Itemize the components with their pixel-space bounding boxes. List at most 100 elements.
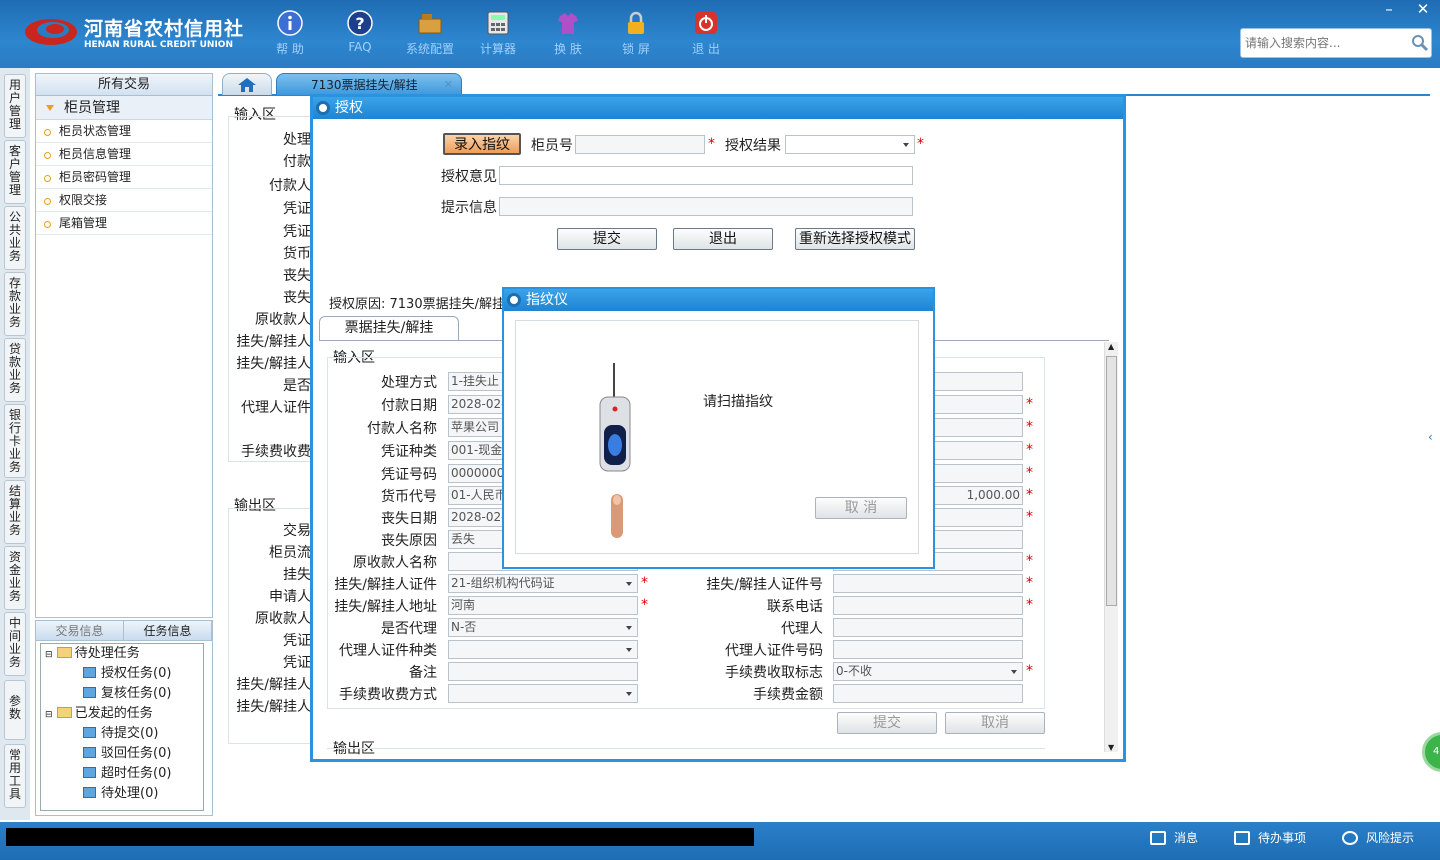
fee-flag-select[interactable]: 0-不收 [833, 662, 1023, 681]
faq-button[interactable]: ? FAQ [332, 8, 388, 62]
home-icon [238, 78, 256, 92]
field-label: 付款人名称 [367, 421, 437, 437]
lock-screen-button[interactable]: 锁 屏 [608, 8, 664, 62]
nav-tools[interactable]: 常用工具 [4, 744, 26, 808]
tree-leaf[interactable]: 授权任务(0) [83, 664, 171, 684]
todo-button[interactable]: 待办事项 [1234, 829, 1306, 846]
tree-leaf[interactable]: 待提交(0) [83, 724, 158, 744]
required-mark: * [917, 136, 924, 152]
bg-label: 挂失/解挂人 [236, 677, 311, 693]
enter-fingerprint-button[interactable]: 录入指纹 [443, 133, 521, 155]
sidebar-group-teller[interactable]: 柜员管理 [36, 96, 212, 120]
agent-flag-select[interactable]: N-否 [448, 618, 638, 637]
phone-label: 联系电话 [767, 599, 823, 615]
bg-label: 柜员流 [269, 545, 311, 561]
sidebar-item[interactable]: 柜员信息管理 [36, 143, 212, 166]
teller-field[interactable] [575, 135, 705, 154]
sidebar-item[interactable]: 柜员状态管理 [36, 120, 212, 143]
mail-icon [1150, 831, 1166, 845]
nav-intermediate[interactable]: 中间业务 [4, 612, 26, 676]
help-label: 帮 助 [276, 42, 304, 56]
lock-screen-label: 锁 屏 [622, 42, 650, 56]
inner-cancel-button[interactable]: 取消 [945, 712, 1045, 734]
nav-deposit[interactable]: 存款业务 [4, 272, 26, 336]
help-button[interactable]: 帮 助 [262, 8, 318, 62]
fee-flag-label: 手续费收取标志 [725, 665, 823, 681]
sidebar-item[interactable]: 尾箱管理 [36, 212, 212, 235]
tree-leaf[interactable]: 待处理(0) [83, 784, 158, 804]
tree-leaf[interactable]: 超时任务(0) [83, 764, 171, 784]
agent-id-type-select[interactable] [448, 640, 638, 659]
skin-icon [558, 13, 578, 34]
nav-funds[interactable]: 资金业务 [4, 546, 26, 610]
tree-leaf[interactable]: 驳回任务(0) [83, 744, 171, 764]
nav-user-mgmt[interactable]: 用户管理 [4, 74, 26, 138]
nav-loan[interactable]: 贷款业务 [4, 338, 26, 402]
hint-label: 提示信息 [441, 200, 497, 216]
tree-leaf[interactable]: 复核任务(0) [83, 684, 171, 704]
folder-icon [56, 707, 72, 718]
bg-label: 挂失 [283, 567, 311, 583]
id-no-field [833, 574, 1023, 593]
auth-dialog-titlebar: 授权 [313, 97, 1123, 119]
auth-result-select[interactable] [785, 135, 915, 154]
tab-task-info[interactable]: 任务信息 [124, 621, 212, 640]
hint-field [499, 197, 913, 216]
fingerprint-cancel-button[interactable]: 取 消 [815, 497, 907, 519]
skin-button[interactable]: 换 肤 [540, 8, 596, 62]
task-panel: 交易信息 任务信息 ⊟ 待处理任务 授权任务(0) 复核任务(0) ⊟ 已发起的任… [35, 620, 213, 816]
collapse-handle[interactable]: ‹ [1428, 430, 1433, 444]
calculator-button[interactable]: 计算器 [470, 8, 526, 62]
close-tab-icon[interactable]: ✕ [444, 74, 453, 96]
inner-submit-button[interactable]: 提交 [837, 712, 937, 734]
nav-bankcard[interactable]: 银行卡业务 [4, 404, 26, 478]
messages-button[interactable]: 消息 [1150, 829, 1198, 846]
fingerprint-dialog-title: 指纹仪 [526, 292, 568, 308]
exit-button[interactable]: 退 出 [678, 8, 734, 62]
dialog-icon [316, 101, 330, 115]
agent-label: 代理人 [781, 621, 823, 637]
nav-settlement[interactable]: 结算业务 [4, 480, 26, 544]
transaction-sidebar: 所有交易 柜员管理 柜员状态管理 柜员信息管理 柜员密码管理 权限交接 尾箱管理 [35, 73, 213, 618]
nav-public-business[interactable]: 公共业务 [4, 206, 26, 270]
close-window-button[interactable]: ✕ [1406, 0, 1440, 20]
chat-icon [1342, 831, 1358, 845]
id-type-select[interactable]: 21-组织机构代码证 [448, 574, 638, 593]
agent-field [833, 618, 1023, 637]
search-input[interactable] [1245, 30, 1405, 56]
tree-node-initiated[interactable]: ⊟ 已发起的任务 [45, 704, 153, 724]
config-icon [418, 14, 442, 34]
bg-label: 原收款人 [255, 611, 311, 627]
tab-transaction-info[interactable]: 交易信息 [36, 621, 124, 640]
required-mark: * [708, 136, 715, 152]
bg-label: 挂失/解挂人 [236, 356, 311, 372]
subtab-bill-loss[interactable]: 票据挂失/解挂 [319, 316, 459, 340]
auth-opinion-input[interactable] [499, 166, 913, 185]
tree-label: 待处理(0) [101, 786, 159, 801]
fee-amount-field [833, 684, 1023, 703]
remark-field [448, 662, 638, 681]
tree-node-pending[interactable]: ⊟ 待处理任务 [45, 644, 140, 664]
logo-icon [25, 19, 77, 45]
risk-alert-button[interactable]: 风险提示 [1342, 829, 1414, 846]
tab-home[interactable] [222, 73, 272, 95]
sidebar-item[interactable]: 权限交接 [36, 189, 212, 212]
nav-customer-mgmt[interactable]: 客户管理 [4, 140, 26, 204]
left-vertical-nav: 用户管理 客户管理 公共业务 存款业务 贷款业务 银行卡业务 结算业务 资金业务… [0, 68, 30, 820]
config-button[interactable]: 系统配置 [402, 8, 458, 62]
minimize-button[interactable]: – [1372, 0, 1406, 20]
exit-dialog-button[interactable]: 退出 [673, 228, 773, 250]
sidebar-item[interactable]: 柜员密码管理 [36, 166, 212, 189]
fee-mode-select[interactable] [448, 684, 638, 703]
tree-label: 待提交(0) [101, 726, 159, 741]
reselect-auth-mode-button[interactable]: 重新选择授权模式 [795, 228, 915, 250]
submit-button[interactable]: 提交 [557, 228, 657, 250]
nav-params[interactable]: 参数 [4, 680, 26, 740]
tree-label: 复核任务(0) [101, 686, 172, 701]
bg-label: 凭证 [283, 633, 311, 649]
tab-7130[interactable]: 7130票据挂失/解挂 ✕ [276, 73, 462, 95]
form-scrollbar[interactable]: ▲ ▼ [1104, 342, 1118, 752]
search-icon[interactable] [1411, 34, 1429, 52]
tree-label: 驳回任务(0) [101, 746, 172, 761]
calculator-icon [487, 11, 509, 35]
